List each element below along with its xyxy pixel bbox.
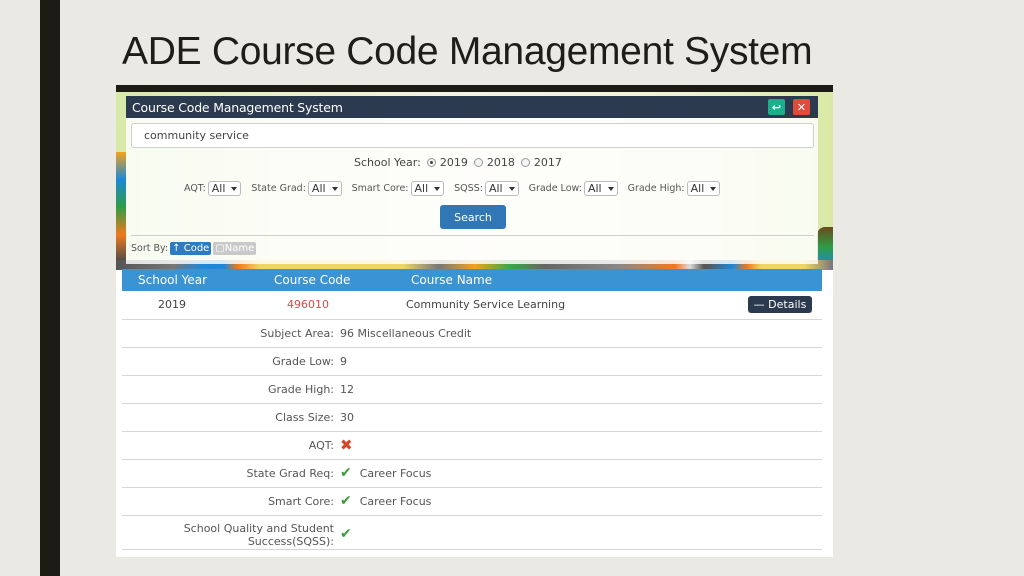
sort-by-name-button[interactable]: ▢Name <box>213 242 257 255</box>
details-toggle-button[interactable]: — Details <box>748 296 812 313</box>
grade-high-select[interactable]: All <box>686 181 721 196</box>
search-input[interactable] <box>131 123 814 148</box>
school-year-label: School Year: <box>354 156 421 169</box>
school-year-radio-2019[interactable]: 2019 <box>426 156 468 169</box>
detail-row-state-grad-req: State Grad Req: ✔ Career Focus <box>122 459 822 487</box>
search-panel: Course Code Management System ↩ ✕ School… <box>126 96 818 264</box>
detail-row-grade-low: Grade Low: 9 <box>122 347 822 375</box>
filter-aqt: AQT: All <box>184 181 242 196</box>
filter-row: AQT: All State Grad: All Smart Core: All… <box>184 181 730 196</box>
detail-row-grade-high: Grade High: 12 <box>122 375 822 403</box>
caret-down-icon <box>231 186 238 191</box>
back-button[interactable]: ↩ <box>768 99 785 115</box>
search-button[interactable]: Search <box>440 205 506 229</box>
panel-divider <box>131 235 814 236</box>
detail-row-subject-area: Subject Area: 96 Miscellaneous Credit <box>122 319 822 347</box>
radio-unselected-icon <box>473 158 483 167</box>
caret-down-icon <box>710 186 717 191</box>
filter-smart-core: Smart Core: All <box>352 181 445 196</box>
app-title: Course Code Management System <box>132 99 343 115</box>
filter-state-grad: State Grad: All <box>251 181 342 196</box>
radio-unselected-icon <box>520 158 530 167</box>
detail-row-class-size: Class Size: 30 <box>122 403 822 431</box>
detail-row-sqss: School Quality and Student Success(SQSS)… <box>122 515 822 549</box>
school-year-selector: School Year: 2019 2018 2017 <box>354 156 562 169</box>
caret-down-icon <box>434 186 441 191</box>
app-screenshot: Course Code Management System ↩ ✕ School… <box>116 92 833 557</box>
grade-low-select[interactable]: All <box>583 181 618 196</box>
aqt-select[interactable]: All <box>207 181 242 196</box>
table-bottom-border <box>122 549 822 550</box>
slide-title: ADE Course Code Management System <box>122 30 813 73</box>
column-header-school-year[interactable]: School Year <box>138 273 207 287</box>
filter-grade-low: Grade Low: All <box>529 181 618 196</box>
sort-controls: Sort By: ↑ Code ▢Name <box>131 242 257 255</box>
column-header-course-name[interactable]: Course Name <box>411 273 492 287</box>
caret-down-icon <box>607 186 614 191</box>
title-divider <box>116 85 833 92</box>
smart-core-select[interactable]: All <box>410 181 445 196</box>
sort-label: Sort By: <box>131 243 169 254</box>
close-icon: ✕ <box>796 100 807 114</box>
school-year-radio-2018[interactable]: 2018 <box>473 156 515 169</box>
sqss-select[interactable]: All <box>484 181 519 196</box>
radio-selected-icon <box>426 158 436 167</box>
check-icon: ✔ <box>340 493 352 509</box>
column-header-course-code[interactable]: Course Code <box>274 273 350 287</box>
cell-school-year: 2019 <box>158 298 186 311</box>
cell-course-name: Community Service Learning <box>406 298 566 311</box>
school-year-radio-2017[interactable]: 2017 <box>520 156 562 169</box>
state-grad-select[interactable]: All <box>307 181 342 196</box>
detail-row-smart-core: Smart Core: ✔ Career Focus <box>122 487 822 515</box>
check-icon: ✔ <box>340 465 352 481</box>
check-icon: ✔ <box>340 526 352 542</box>
decorative-stripe-left <box>116 152 126 262</box>
sort-by-code-button[interactable]: ↑ Code <box>170 242 212 255</box>
caret-down-icon <box>508 186 515 191</box>
detail-row-aqt: AQT: ✖ <box>122 431 822 459</box>
slide-left-accent-bar <box>40 0 60 576</box>
back-arrow-icon: ↩ <box>771 100 782 114</box>
close-button[interactable]: ✕ <box>793 99 810 115</box>
results-table-header: School Year Course Code Course Name <box>122 269 822 291</box>
caret-down-icon <box>331 186 338 191</box>
table-row[interactable]: 2019 496010 Community Service Learning —… <box>122 291 822 319</box>
cell-course-code: 496010 <box>287 298 329 311</box>
x-mark-icon: ✖ <box>340 436 353 454</box>
filter-sqss: SQSS: All <box>454 181 519 196</box>
filter-grade-high: Grade High: All <box>628 181 721 196</box>
app-header: Course Code Management System ↩ ✕ <box>126 96 818 118</box>
